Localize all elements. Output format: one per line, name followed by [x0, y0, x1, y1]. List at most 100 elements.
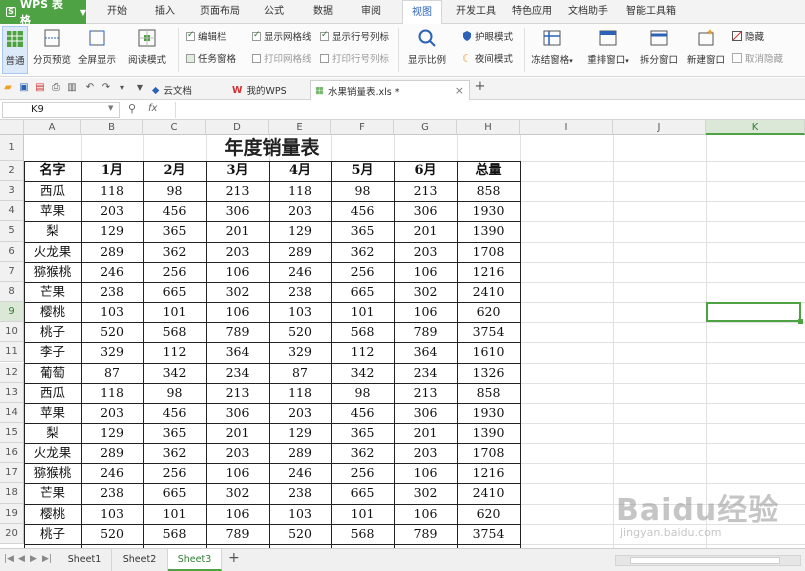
table-header-cell[interactable]: 6月 — [394, 161, 457, 181]
sales-value-cell[interactable]: 620 — [457, 504, 520, 524]
row-header-3[interactable]: 3 — [0, 181, 24, 202]
sales-value-cell[interactable]: 103 — [269, 302, 331, 322]
sales-value-cell[interactable]: 106 — [206, 302, 269, 322]
sales-value-cell[interactable]: 256 — [143, 463, 206, 483]
sales-value-cell[interactable]: 246 — [81, 262, 143, 282]
sales-value-cell[interactable]: 520 — [269, 524, 331, 544]
column-header-f[interactable]: F — [331, 120, 394, 135]
sales-value-cell[interactable]: 203 — [269, 201, 331, 221]
sales-value-cell[interactable]: 329 — [269, 342, 331, 362]
sales-value-cell[interactable]: 306 — [206, 403, 269, 423]
table-header-cell[interactable]: 4月 — [269, 161, 331, 181]
export-pdf-icon[interactable]: ▤ — [34, 82, 46, 94]
first-sheet-icon[interactable]: |◀ — [4, 554, 14, 564]
column-header-a[interactable]: A — [24, 120, 81, 135]
row-header-13[interactable]: 13 — [0, 382, 24, 403]
print-icon[interactable]: ⎙ — [50, 82, 62, 94]
sales-value-cell[interactable]: 665 — [143, 282, 206, 302]
row-header-20[interactable]: 20 — [0, 523, 24, 544]
table-header-cell[interactable]: 2月 — [143, 161, 206, 181]
sales-value-cell[interactable]: 1390 — [457, 221, 520, 241]
sales-value-cell[interactable]: 246 — [81, 463, 143, 483]
sales-value-cell[interactable]: 106 — [394, 302, 457, 322]
fruit-name-cell[interactable]: 桃子 — [24, 322, 81, 342]
sales-value-cell[interactable]: 87 — [81, 363, 143, 383]
sales-value-cell[interactable]: 665 — [331, 483, 394, 503]
sales-value-cell[interactable]: 289 — [269, 242, 331, 262]
column-header-g[interactable]: G — [394, 120, 457, 135]
fruit-name-cell[interactable]: 猕猴桃 — [24, 463, 81, 483]
sales-value-cell[interactable]: 106 — [394, 262, 457, 282]
sales-value-cell[interactable]: 98 — [143, 383, 206, 403]
undo-icon[interactable]: ↶ — [84, 82, 96, 94]
scrollbar-thumb[interactable] — [630, 557, 780, 564]
select-all-corner[interactable] — [0, 120, 24, 135]
sales-value-cell[interactable]: 203 — [81, 201, 143, 221]
sales-value-cell[interactable]: 129 — [81, 423, 143, 443]
row-header-7[interactable]: 7 — [0, 261, 24, 282]
table-header-cell[interactable]: 总量 — [457, 161, 520, 181]
add-sheet-plus-icon[interactable]: + — [228, 550, 240, 566]
sales-value-cell[interactable]: 520 — [81, 322, 143, 342]
app-menu-button[interactable]: S WPS 表格 ▼ — [0, 0, 86, 27]
sales-value-cell[interactable]: 1216 — [457, 262, 520, 282]
sales-value-cell[interactable]: 112 — [331, 342, 394, 362]
sales-value-cell[interactable]: 302 — [206, 483, 269, 503]
sales-value-cell[interactable]: 1930 — [457, 403, 520, 423]
sales-value-cell[interactable]: 365 — [143, 221, 206, 241]
sales-value-cell[interactable]: 289 — [81, 443, 143, 463]
sales-value-cell[interactable]: 289 — [81, 242, 143, 262]
show-headers-checkbox[interactable]: 显示行号列标 — [320, 28, 389, 44]
sales-value-cell[interactable]: 213 — [206, 383, 269, 403]
sales-value-cell[interactable]: 364 — [394, 342, 457, 362]
sales-value-cell[interactable]: 118 — [81, 181, 143, 201]
sales-value-cell[interactable]: 456 — [143, 403, 206, 423]
sales-value-cell[interactable]: 362 — [143, 443, 206, 463]
normal-view-button[interactable]: 普通 — [2, 26, 28, 74]
sales-value-cell[interactable]: 568 — [331, 524, 394, 544]
column-header-h[interactable]: H — [457, 120, 520, 135]
sales-value-cell[interactable]: 118 — [269, 181, 331, 201]
sales-value-cell[interactable]: 203 — [206, 242, 269, 262]
fruit-name-cell[interactable]: 葡萄 — [24, 363, 81, 383]
sales-value-cell[interactable]: 238 — [269, 282, 331, 302]
sales-value-cell[interactable]: 101 — [331, 302, 394, 322]
sales-value-cell[interactable]: 256 — [331, 262, 394, 282]
task-pane-checkbox[interactable]: 任务窗格 — [186, 50, 236, 66]
row-header-10[interactable]: 10 — [0, 322, 24, 343]
sales-value-cell[interactable]: 112 — [143, 342, 206, 362]
sales-value-cell[interactable]: 2410 — [457, 483, 520, 503]
tab-my-wps[interactable]: W 我的WPS — [228, 80, 308, 100]
sales-value-cell[interactable]: 201 — [206, 423, 269, 443]
sales-value-cell[interactable]: 789 — [206, 524, 269, 544]
eye-care-mode-button[interactable]: 护眼模式 — [462, 28, 513, 44]
sales-value-cell[interactable]: 1708 — [457, 443, 520, 463]
sales-value-cell[interactable]: 103 — [269, 504, 331, 524]
sales-value-cell[interactable]: 106 — [206, 463, 269, 483]
horizontal-scrollbar[interactable] — [615, 555, 801, 566]
fruit-name-cell[interactable]: 芒果 — [24, 282, 81, 302]
rearrange-windows-button[interactable]: 重排窗口▾ — [584, 26, 632, 74]
sales-value-cell[interactable]: 234 — [394, 363, 457, 383]
sales-value-cell[interactable]: 203 — [269, 403, 331, 423]
fruit-name-cell[interactable]: 李子 — [24, 342, 81, 362]
table-header-cell[interactable]: 1月 — [81, 161, 143, 181]
next-sheet-icon[interactable]: ▶ — [30, 554, 37, 564]
sales-value-cell[interactable]: 203 — [394, 242, 457, 262]
print-headers-checkbox[interactable]: 打印行号列标 — [320, 50, 389, 66]
column-header-b[interactable]: B — [81, 120, 143, 135]
sales-value-cell[interactable]: 520 — [81, 524, 143, 544]
prev-sheet-icon[interactable]: ◀ — [18, 554, 25, 564]
row-header-11[interactable]: 11 — [0, 342, 24, 363]
tab-sheet3[interactable]: Sheet3 — [168, 549, 222, 571]
sales-value-cell[interactable]: 1390 — [457, 423, 520, 443]
sales-value-cell[interactable]: 234 — [206, 363, 269, 383]
fruit-name-cell[interactable]: 火龙果 — [24, 242, 81, 262]
sales-value-cell[interactable]: 129 — [269, 423, 331, 443]
sales-value-cell[interactable]: 306 — [206, 201, 269, 221]
menu-special-apps[interactable]: 特色应用 — [510, 0, 554, 24]
show-gridlines-checkbox[interactable]: 显示网格线 — [252, 28, 312, 44]
column-header-j[interactable]: J — [613, 120, 706, 135]
sales-value-cell[interactable]: 302 — [394, 282, 457, 302]
row-header-19[interactable]: 19 — [0, 503, 24, 524]
